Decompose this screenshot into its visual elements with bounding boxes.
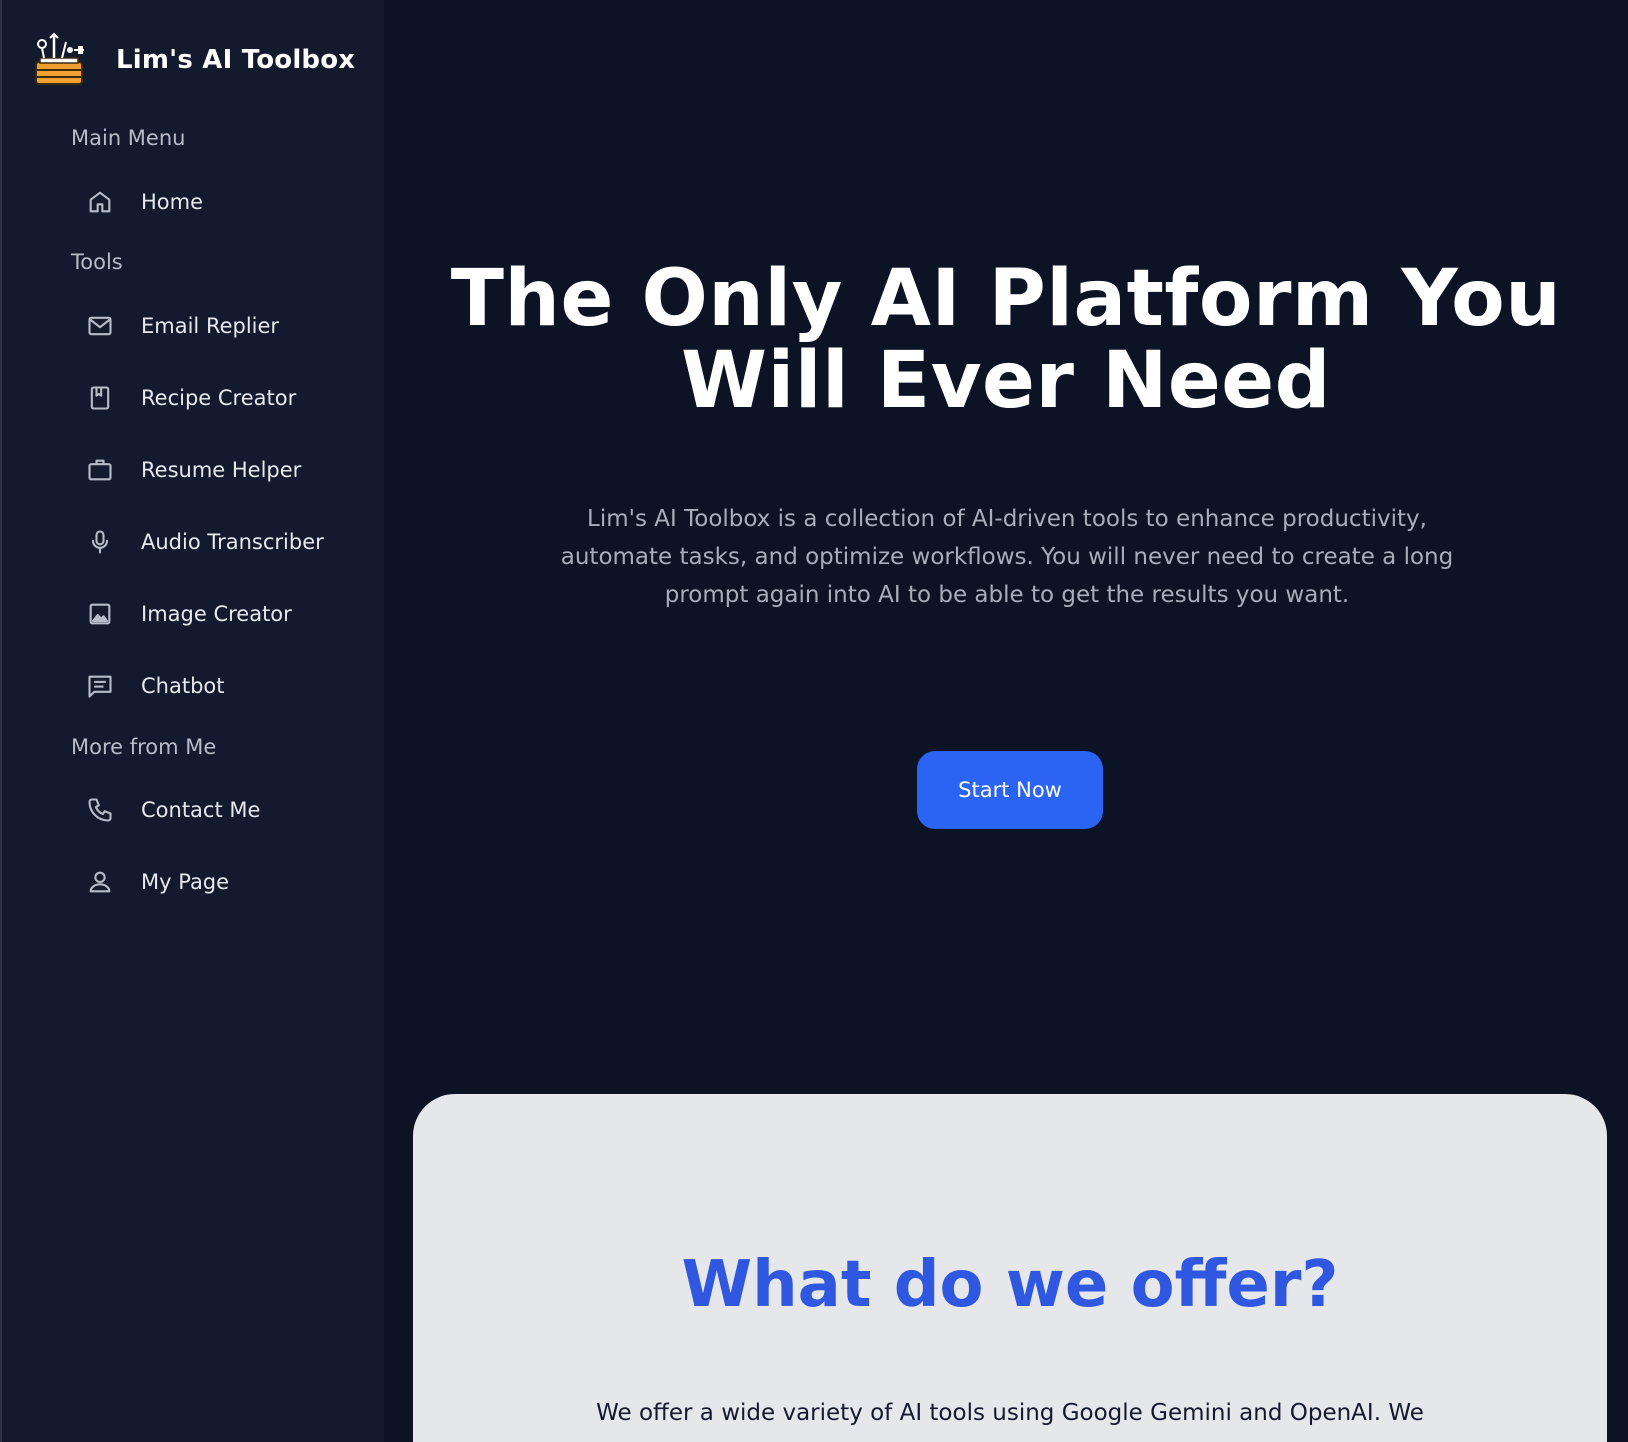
- offer-title: What do we offer?: [681, 1248, 1339, 1322]
- sidebar-item-label: My Page: [141, 870, 230, 894]
- hero-description: Lim's AI Toolbox is a collection of AI-d…: [560, 506, 1454, 608]
- sidebar-item-email-replier[interactable]: Email Replier: [82, 302, 372, 350]
- sidebar-item-label: Audio Transcriber: [141, 530, 324, 554]
- toolbox-logo-icon: [32, 32, 86, 88]
- section-label-more-from-me: More from Me: [71, 735, 217, 759]
- sidebar-item-resume-helper[interactable]: Resume Helper: [82, 446, 372, 494]
- sidebar-item-image-creator[interactable]: Image Creator: [82, 590, 372, 638]
- sidebar-item-label: Image Creator: [141, 602, 292, 626]
- image-icon: [82, 596, 118, 632]
- sidebar: Lim's AI Toolbox Main Menu Home Tools Em…: [0, 0, 384, 1442]
- sidebar-item-label: Email Replier: [141, 314, 280, 338]
- sidebar-item-home[interactable]: Home: [82, 178, 372, 226]
- sidebar-item-label: Contact Me: [141, 798, 261, 822]
- brand-title: Lim's AI Toolbox: [116, 45, 356, 75]
- hero-title: The Only AI Platform You Will Ever Need: [384, 258, 1628, 422]
- offer-section: What do we offer? We offer a wide variet…: [413, 1094, 1607, 1442]
- sidebar-item-label: Resume Helper: [141, 458, 302, 482]
- sidebar-item-my-page[interactable]: My Page: [82, 858, 372, 906]
- sidebar-item-audio-transcriber[interactable]: Audio Transcriber: [82, 518, 372, 566]
- sidebar-item-contact-me[interactable]: Contact Me: [82, 786, 372, 834]
- home-icon: [82, 184, 118, 220]
- start-now-button[interactable]: Start Now: [917, 751, 1103, 829]
- book-icon: [82, 380, 118, 416]
- phone-icon: [82, 792, 118, 828]
- main-content: The Only AI Platform You Will Ever Need …: [384, 0, 1628, 1442]
- section-label-tools: Tools: [71, 250, 123, 274]
- chat-icon: [82, 668, 118, 704]
- briefcase-icon: [82, 452, 118, 488]
- app-window: Lim's AI Toolbox Main Menu Home Tools Em…: [0, 0, 1628, 1442]
- sidebar-item-recipe-creator[interactable]: Recipe Creator: [82, 374, 372, 422]
- hero-title-line2: Will Ever Need: [681, 336, 1331, 426]
- sidebar-item-chatbot[interactable]: Chatbot: [82, 662, 372, 710]
- user-icon: [82, 864, 118, 900]
- sidebar-item-label: Recipe Creator: [141, 386, 297, 410]
- offer-text: We offer a wide variety of AI tools usin…: [596, 1400, 1424, 1426]
- mail-icon: [82, 308, 118, 344]
- section-label-main-menu: Main Menu: [71, 126, 186, 150]
- sidebar-item-label: Home: [141, 190, 204, 214]
- hero-title-line1: The Only AI Platform You: [450, 254, 1562, 344]
- sidebar-item-label: Chatbot: [141, 674, 225, 698]
- brand[interactable]: Lim's AI Toolbox: [32, 30, 355, 90]
- microphone-icon: [82, 524, 118, 560]
